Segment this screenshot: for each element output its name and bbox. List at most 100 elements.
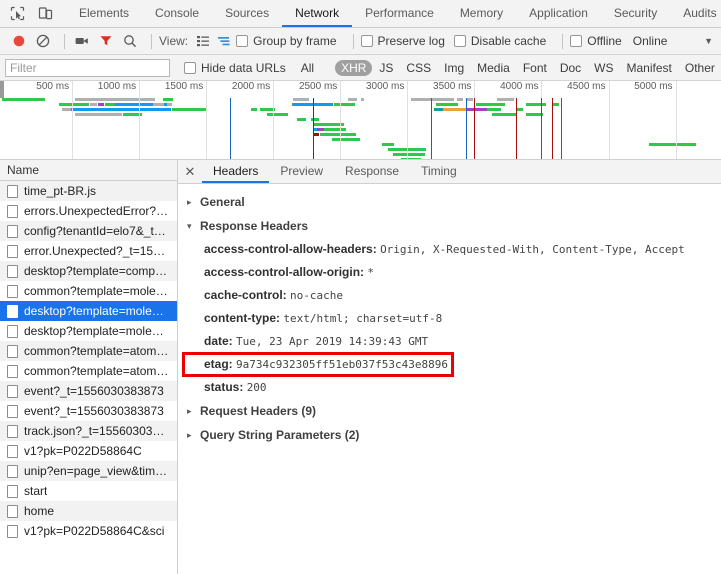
request-details-panel: ✕ Headers Preview Response Timing ▸ Gene… (178, 160, 721, 574)
tab-application[interactable]: Application (516, 0, 601, 27)
request-row[interactable]: home (0, 501, 177, 521)
tab-memory[interactable]: Memory (447, 0, 516, 27)
request-row[interactable]: event?_t=1556030383873 (0, 381, 177, 401)
disable-cache-box[interactable] (453, 35, 466, 47)
filter-type-css[interactable]: CSS (400, 60, 437, 76)
header-value[interactable]: 9a734c932305ff51eb037f53c43e8896 (236, 358, 448, 371)
throttling-select[interactable]: Online (633, 34, 668, 48)
document-icon (7, 264, 18, 278)
header-value[interactable]: * (367, 266, 374, 279)
chevron-down-icon[interactable]: ▼ (704, 36, 715, 46)
request-list-header[interactable]: Name (0, 160, 177, 181)
filter-type-all[interactable]: All (295, 60, 320, 76)
tab-response[interactable]: Response (334, 160, 410, 183)
tab-preview[interactable]: Preview (269, 160, 334, 183)
section-request-headers[interactable]: ▸ Request Headers (9) (178, 399, 721, 423)
filter-type-manifest[interactable]: Manifest (621, 60, 678, 76)
overview-request-bar (400, 158, 422, 159)
header-value[interactable]: Origin, X-Requested-With, Content-Type, … (380, 243, 685, 256)
header-value[interactable]: no-cache (290, 289, 343, 302)
group-by-frame-checkbox[interactable]: Group by frame (236, 34, 337, 48)
header-name: status: (204, 380, 247, 394)
camera-screenshots-icon[interactable] (72, 31, 92, 51)
close-icon[interactable]: ✕ (178, 160, 202, 183)
tab-timing[interactable]: Timing (410, 160, 468, 183)
tab-sources[interactable]: Sources (212, 0, 282, 27)
request-row[interactable]: error.Unexpected?_t=15… (0, 241, 177, 261)
filter-type-js[interactable]: JS (373, 60, 399, 76)
request-row[interactable]: start (0, 481, 177, 501)
request-row[interactable]: config?tenantId=elo7&_t… (0, 221, 177, 241)
group-by-frame-box[interactable] (236, 35, 249, 47)
header-name: access-control-allow-origin: (204, 265, 368, 279)
request-row[interactable]: desktop?template=mole… (0, 301, 177, 321)
document-icon (7, 464, 18, 478)
overview-request-bar (293, 98, 310, 101)
offline-box[interactable] (570, 35, 583, 47)
network-overview-waterfall[interactable]: 500 ms 1000 ms 1500 ms 2000 ms 2500 ms 3000 m… (0, 81, 721, 160)
request-row[interactable]: desktop?template=comp… (0, 261, 177, 281)
tab-elements[interactable]: Elements (66, 0, 142, 27)
overview-event-line (540, 98, 542, 159)
hide-data-urls-checkbox[interactable]: Hide data URLs (184, 61, 286, 75)
device-toolbar-icon[interactable] (36, 5, 54, 23)
request-list-body[interactable]: time_pt-BR.js errors.UnexpectedError?… con… (0, 181, 177, 574)
request-row[interactable]: track.json?_t=15560303… (0, 421, 177, 441)
preserve-log-checkbox[interactable]: Preserve log (360, 34, 445, 48)
tab-performance[interactable]: Performance (352, 0, 447, 27)
request-row[interactable]: common?template=atom… (0, 341, 177, 361)
overview-gridline (273, 81, 275, 159)
request-row[interactable]: unip?en=page_view&tim… (0, 461, 177, 481)
tab-sources-label: Sources (225, 5, 270, 20)
header-value[interactable]: Tue, 23 Apr 2019 14:39:43 GMT (236, 335, 428, 348)
overview-gridline (206, 81, 208, 159)
request-row[interactable]: time_pt-BR.js (0, 181, 177, 201)
document-icon (7, 184, 18, 198)
filter-type-other[interactable]: Other (679, 60, 721, 76)
filter-input[interactable] (5, 58, 170, 77)
record-circle-icon[interactable] (9, 31, 29, 51)
request-row[interactable]: v1?pk=P022D58864C (0, 441, 177, 461)
offline-checkbox[interactable]: Offline (570, 34, 622, 48)
funnel-filter-icon[interactable] (96, 31, 116, 51)
preserve-log-box[interactable] (360, 35, 373, 47)
tab-headers[interactable]: Headers (202, 160, 270, 183)
filter-type-font[interactable]: Font (517, 60, 553, 76)
waterfall-view-icon[interactable] (215, 32, 233, 50)
filter-type-xhr[interactable]: XHR (335, 59, 373, 76)
tab-audits[interactable]: Audits (670, 0, 721, 27)
list-view-icon[interactable] (194, 32, 212, 50)
tab-security[interactable]: Security (601, 0, 670, 27)
clear-prohibited-icon[interactable] (33, 31, 53, 51)
section-general[interactable]: ▸ General (178, 190, 721, 214)
request-row[interactable]: desktop?template=mole… (0, 321, 177, 341)
filter-type-media[interactable]: Media (471, 60, 516, 76)
overview-gridline (407, 81, 409, 159)
document-icon (7, 504, 18, 518)
request-row[interactable]: common?template=mole… (0, 281, 177, 301)
request-row[interactable]: v1?pk=P022D58864C&sci (0, 521, 177, 541)
section-query-string-parameters[interactable]: ▸ Query String Parameters (2) (178, 423, 721, 447)
overview-timeline-ruler: 500 ms 1000 ms 1500 ms 2000 ms 2500 ms 3000 m… (0, 81, 721, 98)
filter-type-doc[interactable]: Doc (554, 60, 587, 76)
header-value[interactable]: text/html; charset=utf-8 (283, 312, 442, 325)
request-row-name: v1?pk=P022D58864C (24, 444, 142, 458)
overview-request-bar (497, 98, 515, 101)
tab-network[interactable]: Network (282, 0, 353, 27)
section-response-headers[interactable]: ▾ Response Headers (178, 214, 721, 238)
tab-headers-label: Headers (213, 163, 259, 178)
magnifier-search-icon[interactable] (120, 31, 140, 51)
response-header-row: access-control-allow-headers: Origin, X-… (178, 238, 721, 261)
tab-console[interactable]: Console (142, 0, 212, 27)
response-header-row: status: 200 (178, 376, 721, 399)
header-value[interactable]: 200 (247, 381, 267, 394)
filter-type-ws[interactable]: WS (588, 60, 619, 76)
disable-cache-checkbox[interactable]: Disable cache (453, 34, 546, 48)
document-icon (7, 224, 18, 238)
request-row[interactable]: event?_t=1556030383873 (0, 401, 177, 421)
inspect-element-icon[interactable] (8, 5, 26, 23)
request-row[interactable]: errors.UnexpectedError?… (0, 201, 177, 221)
hide-data-urls-box[interactable] (184, 61, 196, 74)
filter-type-img[interactable]: Img (438, 60, 470, 76)
request-row[interactable]: common?template=atom… (0, 361, 177, 381)
